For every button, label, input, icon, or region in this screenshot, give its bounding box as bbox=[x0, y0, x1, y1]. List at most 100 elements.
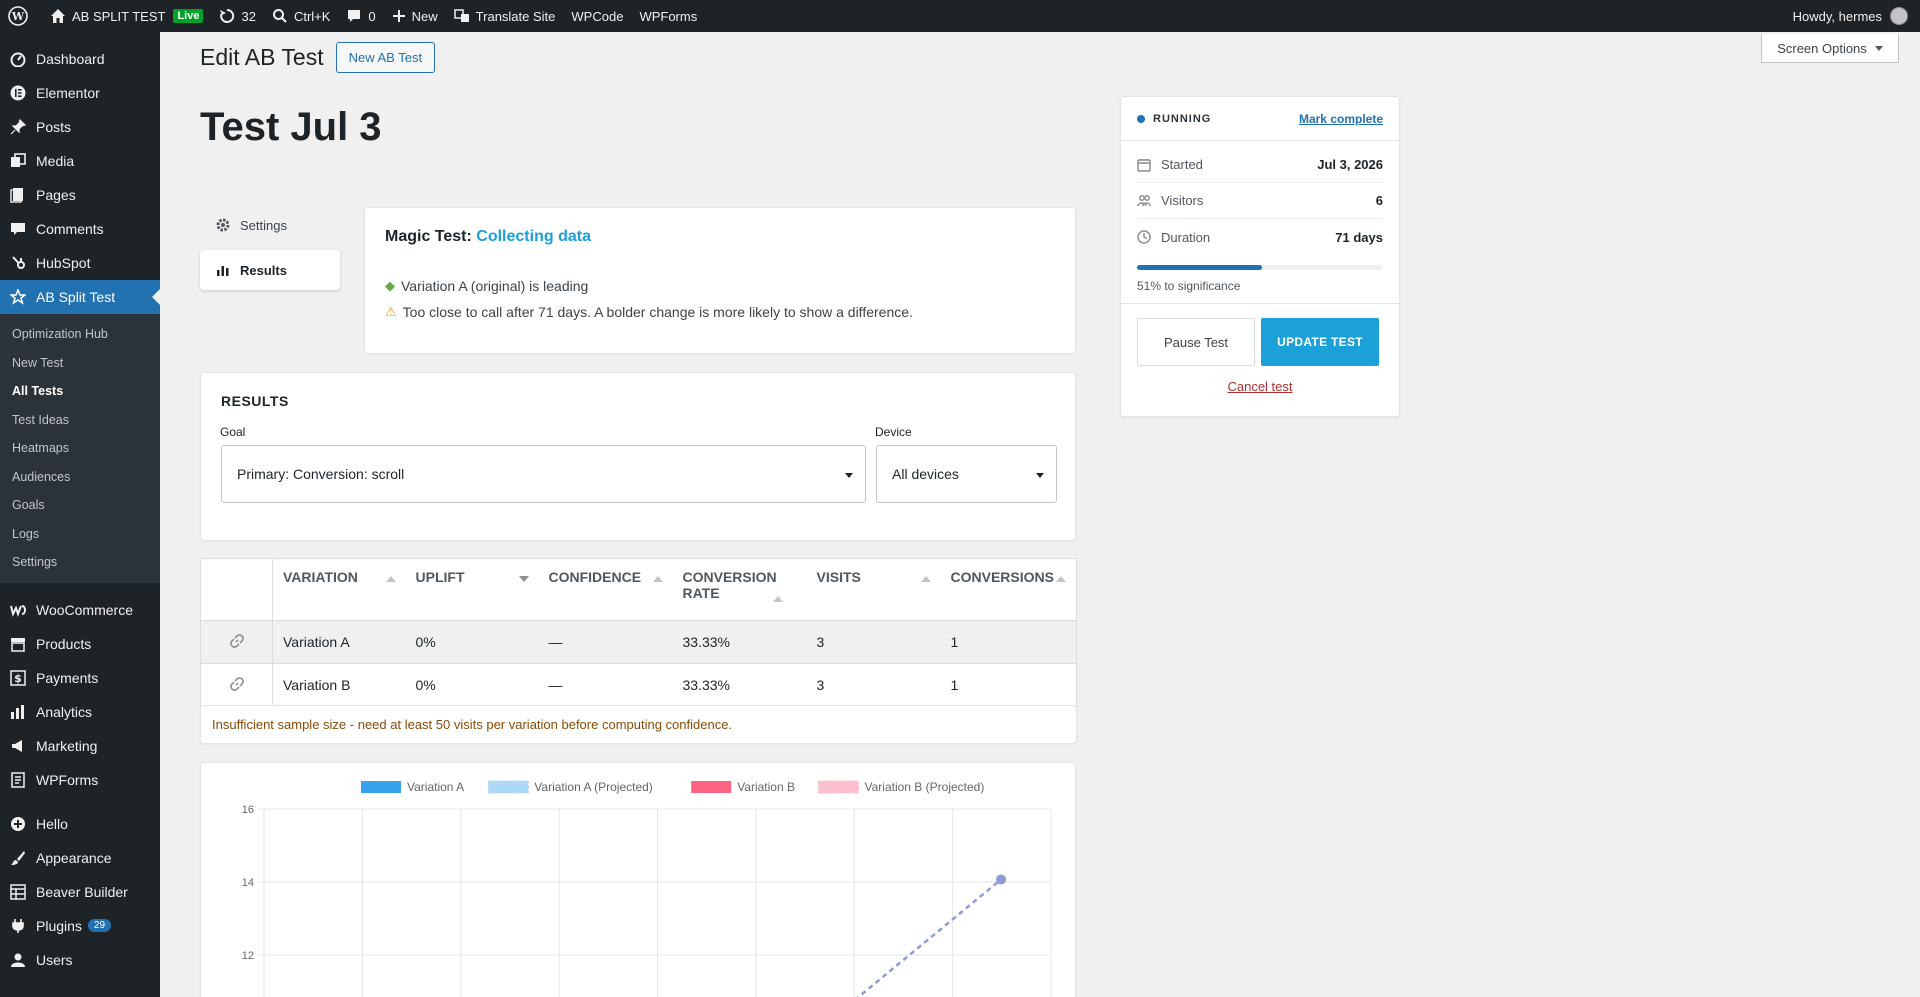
tab-results[interactable]: Results bbox=[200, 250, 340, 290]
bar-chart-icon bbox=[10, 704, 26, 720]
sidebar-item-users[interactable]: Users bbox=[0, 943, 160, 977]
submenu-item-heatmaps[interactable]: Heatmaps bbox=[0, 434, 160, 463]
visitors-label: Visitors bbox=[1161, 193, 1204, 208]
search-shortcut[interactable]: Ctrl+K bbox=[264, 0, 338, 32]
plus-icon bbox=[392, 10, 405, 22]
submenu-item-new-test[interactable]: New Test bbox=[0, 349, 160, 378]
comments-link[interactable]: 0 bbox=[338, 0, 383, 32]
sidebar-item-analytics[interactable]: Analytics bbox=[0, 695, 160, 729]
sidebar-item-hello[interactable]: Hello bbox=[0, 807, 160, 841]
wpcode-label: WPCode bbox=[571, 8, 624, 24]
avatar bbox=[1890, 7, 1908, 25]
test-status-panel: RUNNING Mark complete Started Jul 3, 202… bbox=[1120, 96, 1400, 417]
comments-count: 0 bbox=[368, 8, 376, 24]
variation-link[interactable] bbox=[200, 663, 273, 707]
legend-label: Variation A (Projected) bbox=[534, 780, 653, 794]
submenu-item-settings[interactable]: Settings bbox=[0, 548, 160, 577]
submenu-item-test-ideas[interactable]: Test Ideas bbox=[0, 406, 160, 435]
cell-variation: Variation B bbox=[272, 663, 406, 707]
new-content-link[interactable]: New bbox=[384, 0, 446, 32]
sort-asc-icon bbox=[385, 576, 396, 582]
wp-logo-icon[interactable]: W bbox=[0, 0, 42, 32]
started-row: Started Jul 3, 2026 bbox=[1137, 147, 1383, 183]
updates-link[interactable]: 32 bbox=[211, 0, 263, 32]
sidebar-item-label: Comments bbox=[36, 221, 104, 237]
sidebar-item-comments[interactable]: Comments bbox=[0, 212, 160, 246]
site-name-link[interactable]: AB SPLIT TEST Live bbox=[42, 0, 211, 32]
test-tabs: Settings Results bbox=[200, 205, 340, 290]
comment-icon bbox=[10, 221, 26, 237]
column-header-visits[interactable]: VISITS bbox=[806, 558, 941, 621]
cell-confidence: — bbox=[538, 620, 673, 664]
new-ab-test-button[interactable]: New AB Test bbox=[335, 42, 436, 73]
update-count-badge: 29 bbox=[87, 919, 112, 932]
refresh-icon bbox=[220, 8, 235, 23]
column-header-uplift[interactable]: UPLIFT bbox=[405, 558, 539, 621]
screen-options-label: Screen Options bbox=[1777, 40, 1867, 56]
sidebar-item-woocommerce[interactable]: WooCommerce bbox=[0, 593, 160, 627]
results-table-wrap: VARIATION UPLIFT CONFIDENCE CONVERSION R… bbox=[200, 558, 1077, 707]
account-menu[interactable]: Howdy, hermes bbox=[1793, 7, 1920, 25]
brush-icon bbox=[10, 850, 26, 866]
sidebar-item-label: WPForms bbox=[36, 771, 99, 788]
results-table: VARIATION UPLIFT CONFIDENCE CONVERSION R… bbox=[200, 558, 1077, 707]
device-select[interactable]: All devices bbox=[876, 445, 1057, 503]
submenu-item-all-tests[interactable]: All Tests bbox=[0, 377, 160, 406]
sort-asc-icon bbox=[920, 576, 931, 582]
user-icon bbox=[10, 952, 26, 968]
sort-asc-icon bbox=[1056, 576, 1066, 582]
legend-swatch bbox=[691, 781, 732, 793]
submenu-item-optimization-hub[interactable]: Optimization Hub bbox=[0, 320, 160, 349]
header-label: VARIATION bbox=[283, 569, 358, 585]
submenu-item-goals[interactable]: Goals bbox=[0, 491, 160, 520]
caret-down-icon bbox=[1874, 45, 1883, 51]
pause-test-button[interactable]: Pause Test bbox=[1137, 318, 1255, 366]
sidebar-item-elementor[interactable]: Elementor bbox=[0, 76, 160, 110]
goal-label: Goal bbox=[220, 425, 246, 439]
sidebar-item-ab-split-test[interactable]: AB Split Test bbox=[0, 280, 160, 314]
sidebar-item-plugins[interactable]: Plugins 29 bbox=[0, 909, 160, 943]
column-header-conversions[interactable]: CONVERSIONS bbox=[940, 558, 1077, 621]
sidebar-item-payments[interactable]: $ Payments bbox=[0, 661, 160, 695]
sidebar-item-hubspot[interactable]: HubSpot bbox=[0, 246, 160, 280]
dashboard-icon bbox=[10, 51, 26, 67]
column-header-variation[interactable]: VARIATION bbox=[272, 558, 406, 621]
sidebar-item-media[interactable]: Media bbox=[0, 144, 160, 178]
screen-options-button[interactable]: Screen Options bbox=[1761, 34, 1899, 63]
update-test-button[interactable]: UPDATE TEST bbox=[1261, 318, 1379, 366]
legend-swatch bbox=[361, 781, 401, 793]
tab-results-label: Results bbox=[240, 262, 287, 278]
column-header-confidence[interactable]: CONFIDENCE bbox=[538, 558, 673, 621]
submenu-item-logs[interactable]: Logs bbox=[0, 520, 160, 549]
page-heading: Edit AB Test New AB Test bbox=[200, 42, 436, 73]
sidebar-item-products[interactable]: Products bbox=[0, 627, 160, 661]
duration-label: Duration bbox=[1161, 229, 1211, 245]
tab-settings[interactable]: Settings bbox=[200, 205, 340, 245]
sidebar-item-appearance[interactable]: Appearance bbox=[0, 841, 160, 875]
sidebar-item-dashboard[interactable]: Dashboard bbox=[0, 42, 160, 76]
variation-link[interactable] bbox=[200, 620, 273, 664]
cancel-test-link[interactable]: Cancel test bbox=[1121, 379, 1399, 394]
magic-status: Collecting data bbox=[476, 228, 591, 245]
wpcode-link[interactable]: WPCode bbox=[563, 0, 631, 32]
cell-variation: Variation A bbox=[272, 620, 406, 664]
header-label: UPLIFT bbox=[415, 569, 465, 585]
sidebar-item-marketing[interactable]: Marketing bbox=[0, 729, 160, 763]
submenu-item-audiences[interactable]: Audiences bbox=[0, 463, 160, 492]
sidebar-item-pages[interactable]: Pages bbox=[0, 178, 160, 212]
sort-asc-icon bbox=[652, 576, 663, 582]
cell-conversion-rate: 33.33% bbox=[672, 620, 807, 664]
mark-complete-link[interactable]: Mark complete bbox=[1299, 112, 1383, 126]
wpforms-link[interactable]: WPForms bbox=[631, 0, 705, 32]
site-name: AB SPLIT TEST bbox=[72, 8, 166, 24]
sidebar-item-wpforms[interactable]: WPForms bbox=[0, 763, 160, 797]
sidebar-item-posts[interactable]: Posts bbox=[0, 110, 160, 144]
goal-select[interactable]: Primary: Conversion: scroll bbox=[221, 445, 866, 503]
pages-icon bbox=[10, 187, 26, 203]
users-icon bbox=[1137, 194, 1151, 206]
sidebar-item-beaver-builder[interactable]: Beaver Builder bbox=[0, 875, 160, 909]
comment-icon bbox=[348, 10, 361, 22]
column-header-conversion-rate[interactable]: CONVERSION RATE bbox=[672, 558, 807, 621]
translate-site-link[interactable]: Translate Site bbox=[446, 0, 564, 32]
cell-confidence: — bbox=[538, 663, 673, 707]
